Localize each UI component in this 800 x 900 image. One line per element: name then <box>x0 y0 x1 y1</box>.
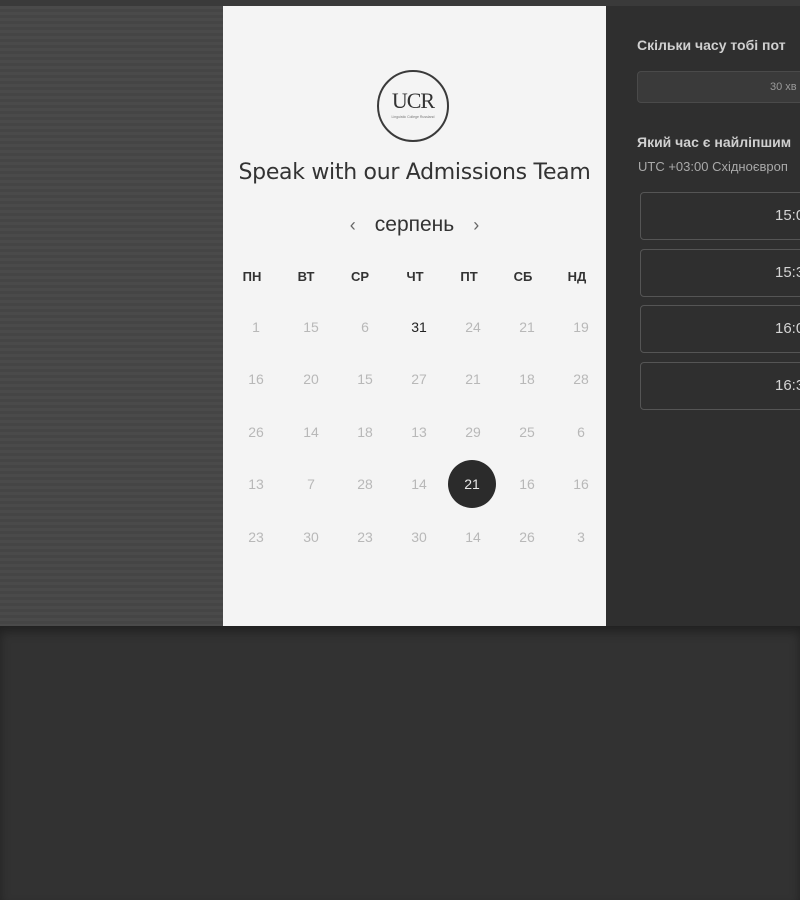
weekday-sun: НД <box>567 269 587 284</box>
time-question: Який час є найліпшим <box>637 134 792 150</box>
calendar-day: 18 <box>519 371 535 387</box>
backdrop-bottom <box>0 626 800 900</box>
calendar-day: 3 <box>577 529 585 545</box>
weekday-wed: СР <box>350 269 370 284</box>
calendar-day: 16 <box>519 476 535 492</box>
calendar-day: 14 <box>411 476 427 492</box>
time-slot-button[interactable]: 15:3 <box>640 249 800 297</box>
page-title: Speak with our Admissions Team <box>238 160 591 185</box>
calendar-day: 1 <box>252 319 260 335</box>
weekday-fri: ПТ <box>460 269 478 284</box>
logo-subtitle: Linguistic College Russland <box>391 114 435 119</box>
weekday-tue: ВТ <box>297 269 315 284</box>
backdrop-left <box>0 6 224 626</box>
calendar-week-5: 23 30 23 30 14 26 3 <box>223 513 606 565</box>
calendar-day: 6 <box>577 424 585 440</box>
calendar-day: 26 <box>519 529 535 545</box>
calendar-week-4: 13 7 28 14 21 16 16 <box>223 460 606 512</box>
time-slot-button[interactable]: 16:3 <box>640 362 800 410</box>
timezone-label[interactable]: UTC +03:00 Східноєвроп <box>638 159 788 174</box>
logo-text: UCR <box>391 87 435 113</box>
calendar-day: 6 <box>361 319 369 335</box>
chevron-right-icon[interactable]: › <box>466 215 486 236</box>
calendar-week-3: 26 14 18 13 29 25 6 <box>223 408 606 460</box>
calendar-week-1: 1 15 6 31 24 21 19 <box>223 303 606 355</box>
calendar-day: 25 <box>519 424 535 440</box>
calendar-day: 15 <box>303 319 319 335</box>
calendar-week-2: 16 20 15 27 21 18 28 <box>223 355 606 407</box>
calendar-day: 30 <box>411 529 427 545</box>
calendar-day: 14 <box>465 529 481 545</box>
calendar-day: 29 <box>465 424 481 440</box>
calendar-day: 19 <box>573 319 589 335</box>
calendar-day: 16 <box>573 476 589 492</box>
month-label: серпень <box>374 213 455 236</box>
weekday-thu: ЧТ <box>406 269 424 284</box>
calendar-day: 16 <box>248 371 264 387</box>
calendar-day: 13 <box>248 476 264 492</box>
calendar-day: 28 <box>573 371 589 387</box>
duration-select[interactable]: 30 хв <box>637 71 800 103</box>
scheduler-panel: UCR Linguistic College Russland Speak wi… <box>223 6 606 626</box>
calendar-day: 23 <box>357 529 373 545</box>
calendar-day: 18 <box>357 424 373 440</box>
calendar-day: 21 <box>465 371 481 387</box>
calendar-day: 21 <box>519 319 535 335</box>
calendar-day: 20 <box>303 371 319 387</box>
calendar-day-available[interactable]: 31 <box>395 303 443 351</box>
calendar-day: 7 <box>307 476 315 492</box>
weekday-mon: ПН <box>242 269 262 284</box>
chevron-left-icon[interactable]: ‹ <box>343 215 363 236</box>
calendar-day: 13 <box>411 424 427 440</box>
time-slot-button[interactable]: 15:0 <box>640 192 800 240</box>
calendar-day: 26 <box>248 424 264 440</box>
calendar-day: 14 <box>303 424 319 440</box>
calendar-day-selected[interactable]: 21 <box>448 460 496 508</box>
duration-question: Скільки часу тобі пот <box>637 37 786 53</box>
calendar-day: 28 <box>357 476 373 492</box>
calendar-day: 30 <box>303 529 319 545</box>
college-logo: UCR Linguistic College Russland <box>377 70 449 142</box>
month-navigation: ‹ серпень › <box>223 210 606 240</box>
calendar-day: 23 <box>248 529 264 545</box>
calendar-day: 24 <box>465 319 481 335</box>
calendar-day: 15 <box>357 371 373 387</box>
time-slot-button[interactable]: 16:0 <box>640 305 800 353</box>
weekday-sat: СБ <box>513 269 533 284</box>
calendar-day: 27 <box>411 371 427 387</box>
